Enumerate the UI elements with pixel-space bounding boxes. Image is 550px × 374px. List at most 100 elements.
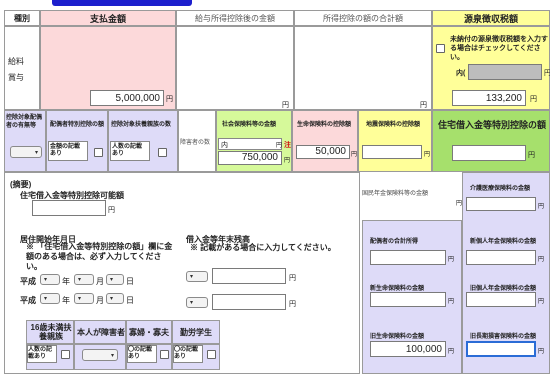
- social-inner-unit: 円: [276, 143, 283, 149]
- spouse-amount-note: 金額の記載あり: [50, 144, 81, 157]
- care-insurance-input[interactable]: [466, 197, 536, 211]
- loan-balance-unit-1: 円: [289, 275, 296, 282]
- header-category: 種別: [4, 10, 40, 26]
- header-salary-after-deduction: 給与所得控除後の金額: [176, 10, 294, 26]
- category-salary: 給料: [8, 57, 24, 66]
- residence-start-note: ※ 「住宅借入金等特別控除の額」欄に金額のある場合は、必ず入力してください。: [26, 242, 173, 271]
- unpaid-inner-prefix: 内(: [456, 70, 466, 77]
- spouse-special-header: 配偶者特別控除の額: [50, 122, 105, 128]
- new-personal-pension-input[interactable]: [466, 250, 536, 265]
- month-select-2[interactable]: ▾: [74, 293, 94, 304]
- chevron-down-icon: ▾: [110, 296, 114, 302]
- loan-balance-input-2[interactable]: [212, 294, 286, 310]
- loan-balance-unit-2: 円: [289, 301, 296, 308]
- loan-type-select-2[interactable]: ▾: [186, 297, 208, 308]
- spouse-status-select[interactable]: ▾: [10, 146, 42, 158]
- spouse-income-label: 配偶者の合計所得: [370, 239, 419, 245]
- social-note-mark: 注: [284, 142, 291, 149]
- under16-note: 人数の記載あり: [28, 347, 53, 360]
- month-label-2: 月: [96, 296, 104, 305]
- month-label-1: 月: [96, 277, 104, 286]
- student-header: 勤労学生: [180, 328, 212, 337]
- dependents-header: 控除対象扶養親族の数: [111, 122, 172, 128]
- header-deduction-total: 所得控除の額の合計額: [294, 10, 432, 26]
- chevron-down-icon: ▾: [44, 277, 48, 283]
- category-cell: [4, 26, 40, 110]
- old-long-term-input[interactable]: [466, 341, 536, 357]
- unpaid-withholding-checkbox[interactable]: [436, 44, 445, 53]
- self-disabled-header: 本人が障害者: [77, 328, 125, 337]
- payment-amount-input[interactable]: 5,000,000: [90, 90, 164, 106]
- salary-after-unit: 円: [282, 102, 289, 109]
- deduction-total-unit: 円: [420, 102, 427, 109]
- housing-loan-unit: 円: [528, 152, 535, 159]
- unpaid-inner-unit: 円: [544, 70, 550, 77]
- new-life-input[interactable]: [370, 292, 446, 307]
- old-long-term-unit: 円: [538, 349, 545, 355]
- social-insurance-input[interactable]: 750,000: [218, 151, 282, 165]
- loan-type-select-1[interactable]: ▾: [186, 271, 208, 282]
- student-checkbox[interactable]: [207, 350, 216, 359]
- new-life-unit: 円: [448, 299, 455, 305]
- life-insurance-header: 生命保険料の控除額: [297, 122, 352, 128]
- deduction-total-cell: [294, 26, 432, 110]
- day-label-1: 日: [126, 277, 134, 286]
- care-insurance-unit: 円: [538, 204, 545, 210]
- spouse-status-header: 控除対象配偶者の有無等: [6, 115, 43, 129]
- year-select-2[interactable]: ▾: [40, 293, 60, 304]
- under16-checkbox[interactable]: [61, 350, 70, 359]
- year-label-2: 年: [62, 296, 70, 305]
- national-pension-label: 国民年金保険料等の金額: [362, 191, 429, 197]
- month-select-1[interactable]: ▾: [74, 274, 94, 285]
- year-label-1: 年: [62, 277, 70, 286]
- new-life-label: 新生命保険料の金額: [370, 286, 425, 292]
- old-life-label: 旧生命保険料の金額: [370, 334, 425, 340]
- old-long-term-label: 旧長期損害保険料の金額: [470, 334, 537, 340]
- chevron-down-icon: ▾: [78, 277, 82, 283]
- earthquake-insurance-header: 地震保険料の控除額: [366, 122, 421, 128]
- salary-after-cell: [176, 26, 294, 110]
- loan-balance-input-1[interactable]: [212, 268, 286, 284]
- housing-available-input[interactable]: [32, 200, 106, 216]
- spouse-income-input[interactable]: [370, 250, 446, 265]
- old-personal-pension-label: 旧個人年金保険料の金額: [470, 286, 537, 292]
- era-label-1: 平成: [20, 277, 36, 286]
- withholding-amount-input[interactable]: 133,200: [452, 90, 526, 106]
- life-insurance-input[interactable]: 50,000: [296, 145, 350, 159]
- old-life-unit: 円: [448, 349, 455, 355]
- widow-checkbox[interactable]: [160, 350, 169, 359]
- spouse-income-unit: 円: [448, 257, 455, 263]
- housing-loan-input[interactable]: [452, 145, 526, 161]
- social-inner-prefix: 内: [221, 142, 228, 149]
- chevron-down-icon: ▾: [110, 352, 114, 359]
- widow-note: 〇の記載あり: [128, 347, 153, 360]
- old-life-input[interactable]: 100,000: [370, 341, 446, 357]
- day-select-1[interactable]: ▾: [106, 274, 124, 285]
- social-insurance-header: 社会保険料等の金額: [222, 122, 277, 128]
- day-select-2[interactable]: ▾: [106, 293, 124, 304]
- social-insurance-unit: 円: [284, 158, 291, 164]
- chevron-down-icon: ▾: [78, 296, 82, 302]
- earthquake-insurance-input[interactable]: [362, 145, 422, 159]
- dependents-checkbox[interactable]: [158, 148, 167, 157]
- payment-unit: 円: [166, 96, 173, 103]
- spouse-amount-checkbox[interactable]: [94, 148, 103, 157]
- chevron-down-icon: ▾: [44, 296, 48, 302]
- self-disabled-select[interactable]: ▾: [82, 349, 118, 361]
- year-select-1[interactable]: ▾: [40, 274, 60, 285]
- new-personal-pension-unit: 円: [538, 257, 545, 263]
- header-withholding-tax: 源泉徴収税額: [432, 10, 550, 26]
- old-personal-pension-input[interactable]: [466, 292, 536, 307]
- earthquake-insurance-unit: 円: [424, 152, 431, 158]
- era-label-2: 平成: [20, 296, 36, 305]
- top-banner: [52, 0, 192, 6]
- housing-loan-header: 住宅借入金等特別控除の額: [438, 120, 547, 130]
- unpaid-withholding-note: 未納付の源泉徴収税額を入力する場合はチェックしてください。: [450, 36, 548, 61]
- chevron-down-icon: ▾: [34, 149, 38, 156]
- student-note: 〇の記載あり: [174, 347, 199, 360]
- life-insurance-unit: 円: [351, 152, 358, 158]
- header-payment: 支払金額: [40, 10, 176, 26]
- withholding-unit: 円: [530, 96, 537, 103]
- unpaid-withholding-input[interactable]: [468, 64, 542, 80]
- category-bonus: 賞与: [8, 73, 24, 82]
